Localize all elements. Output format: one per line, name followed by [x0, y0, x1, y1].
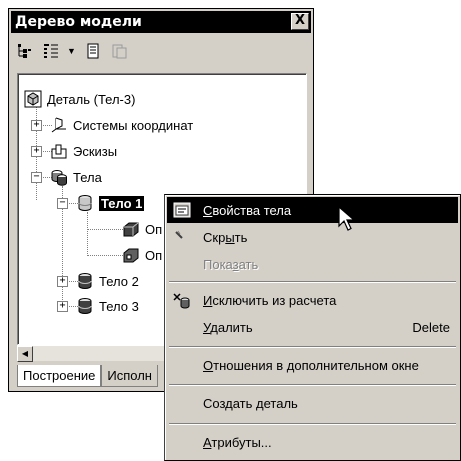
menu-item-create-part[interactable]: Создать деталь [167, 390, 458, 416]
menu-item-show: Показать [203, 256, 259, 272]
menu-item-exclude[interactable]: Исключить из расчета [167, 287, 458, 313]
collapse-body1-icon[interactable]: − [57, 198, 68, 209]
tree-node-label: Оп [145, 247, 163, 263]
tree-toolbar: ▼ [15, 39, 165, 63]
tree-node-op2[interactable]: Оп [122, 246, 162, 264]
tab-build[interactable]: Построение [17, 365, 102, 387]
tree-node-label: Тело 2 [99, 273, 139, 289]
context-menu: Свойства тела Скрыть Показать Исключить … [164, 194, 461, 461]
properties-icon [173, 201, 191, 219]
cut-extrusion-icon [122, 246, 140, 264]
body-icon [76, 194, 94, 212]
disabled-document-icon [109, 41, 129, 61]
sketch-icon [50, 142, 68, 160]
tree-node-label: Деталь (Тел-3) [47, 91, 136, 107]
delete-shortcut: Delete [412, 319, 450, 335]
menu-item-body-properties[interactable]: Свойства тела [167, 197, 458, 223]
tree-node-coords[interactable]: Системы координат [50, 116, 193, 134]
body-icon [76, 297, 94, 315]
tree-node-body3[interactable]: Тело 3 [76, 297, 139, 315]
exclude-icon [173, 291, 191, 309]
expand-body3-icon[interactable]: + [57, 301, 68, 312]
mouse-pointer-icon [338, 206, 356, 231]
panel-titlebar[interactable]: Дерево модели X [11, 11, 311, 33]
menu-separator [169, 281, 456, 283]
tree-node-label: Системы координат [73, 117, 194, 133]
scroll-left-icon[interactable]: ◀ [17, 346, 33, 362]
tree-node-body1[interactable]: Тело 1 [76, 194, 145, 212]
document-icon[interactable] [83, 41, 103, 61]
menu-item-attributes[interactable]: Атрибуты... [167, 429, 458, 455]
extrusion-icon [122, 220, 140, 238]
tree-node-sketches[interactable]: Эскизы [50, 142, 117, 160]
tree-node-label: Тела [73, 169, 102, 185]
horizontal-scrollbar[interactable]: ◀ [17, 345, 177, 362]
panel-tabs: Построение Исполн [17, 365, 158, 387]
tree-node-root[interactable]: Деталь (Тел-3) [24, 90, 135, 108]
tree-node-label: Оп [145, 221, 163, 237]
menu-separator [169, 423, 456, 425]
dropdown-arrow-icon[interactable]: ▼ [67, 46, 77, 56]
hide-icon [173, 228, 191, 246]
tab-exec[interactable]: Исполн [101, 365, 158, 387]
panel-title: Дерево модели [15, 14, 142, 30]
close-button[interactable]: X [291, 13, 309, 30]
bodies-group-icon [50, 168, 68, 186]
menu-item-relations[interactable]: Отношения в дополнительном окне [167, 352, 458, 378]
list-view-icon[interactable] [41, 41, 61, 61]
body-icon [76, 272, 94, 290]
tree-node-label: Тело 3 [99, 298, 139, 314]
coordinate-system-icon [50, 116, 68, 134]
tree-node-label-selected: Тело 1 [99, 195, 145, 211]
collapse-bodies-icon[interactable]: − [31, 172, 42, 183]
menu-separator [169, 384, 456, 386]
tree-node-body2[interactable]: Тело 2 [76, 272, 139, 290]
menu-item-delete[interactable]: Удалить Delete [167, 314, 458, 340]
menu-item-hide[interactable]: Скрыть [167, 224, 458, 250]
menu-separator [169, 346, 456, 348]
part-icon [24, 90, 42, 108]
tree-node-bodies[interactable]: Тела [50, 168, 102, 186]
tree-view-icon[interactable] [15, 41, 35, 61]
expand-coords-icon[interactable]: + [31, 120, 42, 131]
expand-sketches-icon[interactable]: + [31, 146, 42, 157]
tree-node-label: Эскизы [73, 143, 118, 159]
expand-body2-icon[interactable]: + [57, 276, 68, 287]
tree-node-op1[interactable]: Оп [122, 220, 162, 238]
